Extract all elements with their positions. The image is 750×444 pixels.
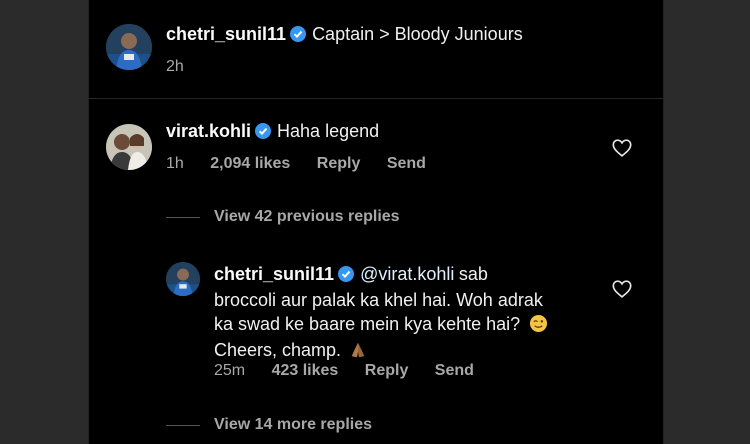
post-author-avatar[interactable] <box>106 24 152 70</box>
folded-hands-emoji <box>351 342 364 358</box>
comment-likes[interactable]: 2,094 likes <box>210 155 290 172</box>
view-previous-replies-button[interactable]: View 42 previous replies <box>214 208 400 226</box>
reply-text-line3: ka swad ke baare mein kya kehte hai? <box>214 314 521 334</box>
post-author-username[interactable]: chetri_sunil11 <box>166 24 286 44</box>
comments-panel: chetri_sunil11 Captain > Bloody Juniours … <box>88 0 664 444</box>
reply-reply-button[interactable]: Reply <box>365 362 409 379</box>
caption-divider <box>88 98 664 99</box>
reply-text-line4: Cheers, champ. <box>214 340 342 360</box>
verified-badge-icon <box>255 123 272 139</box>
verified-badge-icon <box>290 26 307 42</box>
view-more-replies-line <box>166 425 200 426</box>
winking-face-emoji <box>529 314 547 333</box>
comment-timestamp: 1h <box>166 155 184 172</box>
post-caption: Captain > Bloody Juniours <box>312 24 523 44</box>
reply-text-line2: broccoli aur palak ka khel hai. Woh adra… <box>214 290 543 310</box>
view-more-replies-button[interactable]: View 14 more replies <box>214 416 372 434</box>
verified-badge-icon <box>338 266 355 282</box>
commenter-username[interactable]: virat.kohli <box>166 121 251 141</box>
reply-timestamp: 25m <box>214 362 246 379</box>
heart-icon[interactable] <box>611 137 633 159</box>
reply-send-button[interactable]: Send <box>435 362 474 379</box>
comment-text: Haha legend <box>277 121 380 141</box>
reply-mention[interactable]: @virat.kohli <box>360 264 454 284</box>
reply-author-username[interactable]: chetri_sunil11 <box>214 264 334 284</box>
heart-icon[interactable] <box>611 278 633 300</box>
reply-text-line1: sab <box>458 264 488 284</box>
post-timestamp: 2h <box>166 58 184 75</box>
view-replies-line <box>166 217 200 218</box>
reply-likes[interactable]: 423 likes <box>272 362 339 379</box>
comment-reply-button[interactable]: Reply <box>317 155 361 172</box>
reply-author-avatar[interactable] <box>166 262 200 296</box>
comment-send-button[interactable]: Send <box>387 155 426 172</box>
commenter-avatar[interactable] <box>106 124 152 170</box>
